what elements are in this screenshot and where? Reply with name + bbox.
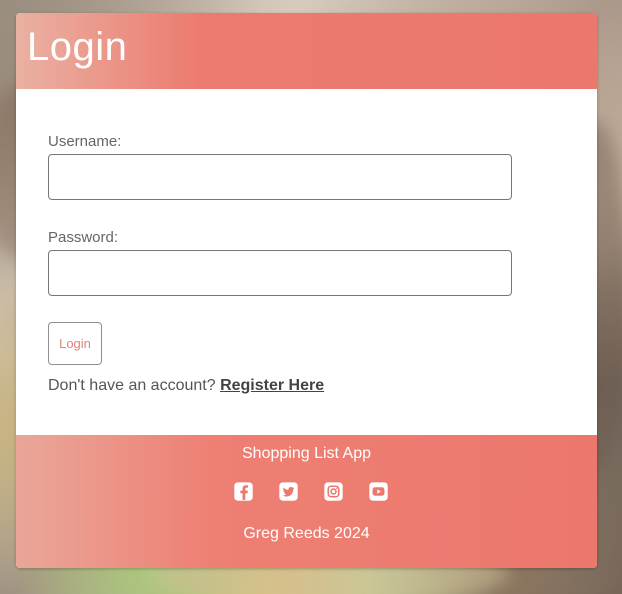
twitter-icon[interactable]: [278, 481, 299, 502]
social-links: [233, 481, 389, 502]
password-input[interactable]: [48, 250, 512, 296]
login-card: Login Username: Password: Login Don't ha…: [16, 13, 597, 568]
footer-credit: Greg Reeds 2024: [243, 525, 370, 542]
username-input[interactable]: [48, 154, 512, 200]
page-header: Login: [16, 13, 597, 89]
password-label: Password:: [48, 229, 119, 246]
instagram-icon[interactable]: [323, 481, 344, 502]
page-title: Login: [27, 25, 128, 69]
login-button[interactable]: Login: [48, 322, 102, 365]
facebook-icon[interactable]: [233, 481, 254, 502]
footer-title: Shopping List App: [242, 445, 371, 462]
site-footer: Shopping List App Greg Reeds 2024: [16, 435, 597, 568]
register-link[interactable]: Register Here: [220, 377, 324, 394]
username-label: Username:: [48, 133, 122, 150]
youtube-icon[interactable]: [368, 481, 389, 502]
login-form: Username: Password: Login Don't have an …: [16, 89, 597, 435]
account-prompt-text: Don't have an account?: [48, 377, 221, 394]
account-prompt: Don't have an account? Register Here: [48, 377, 324, 395]
